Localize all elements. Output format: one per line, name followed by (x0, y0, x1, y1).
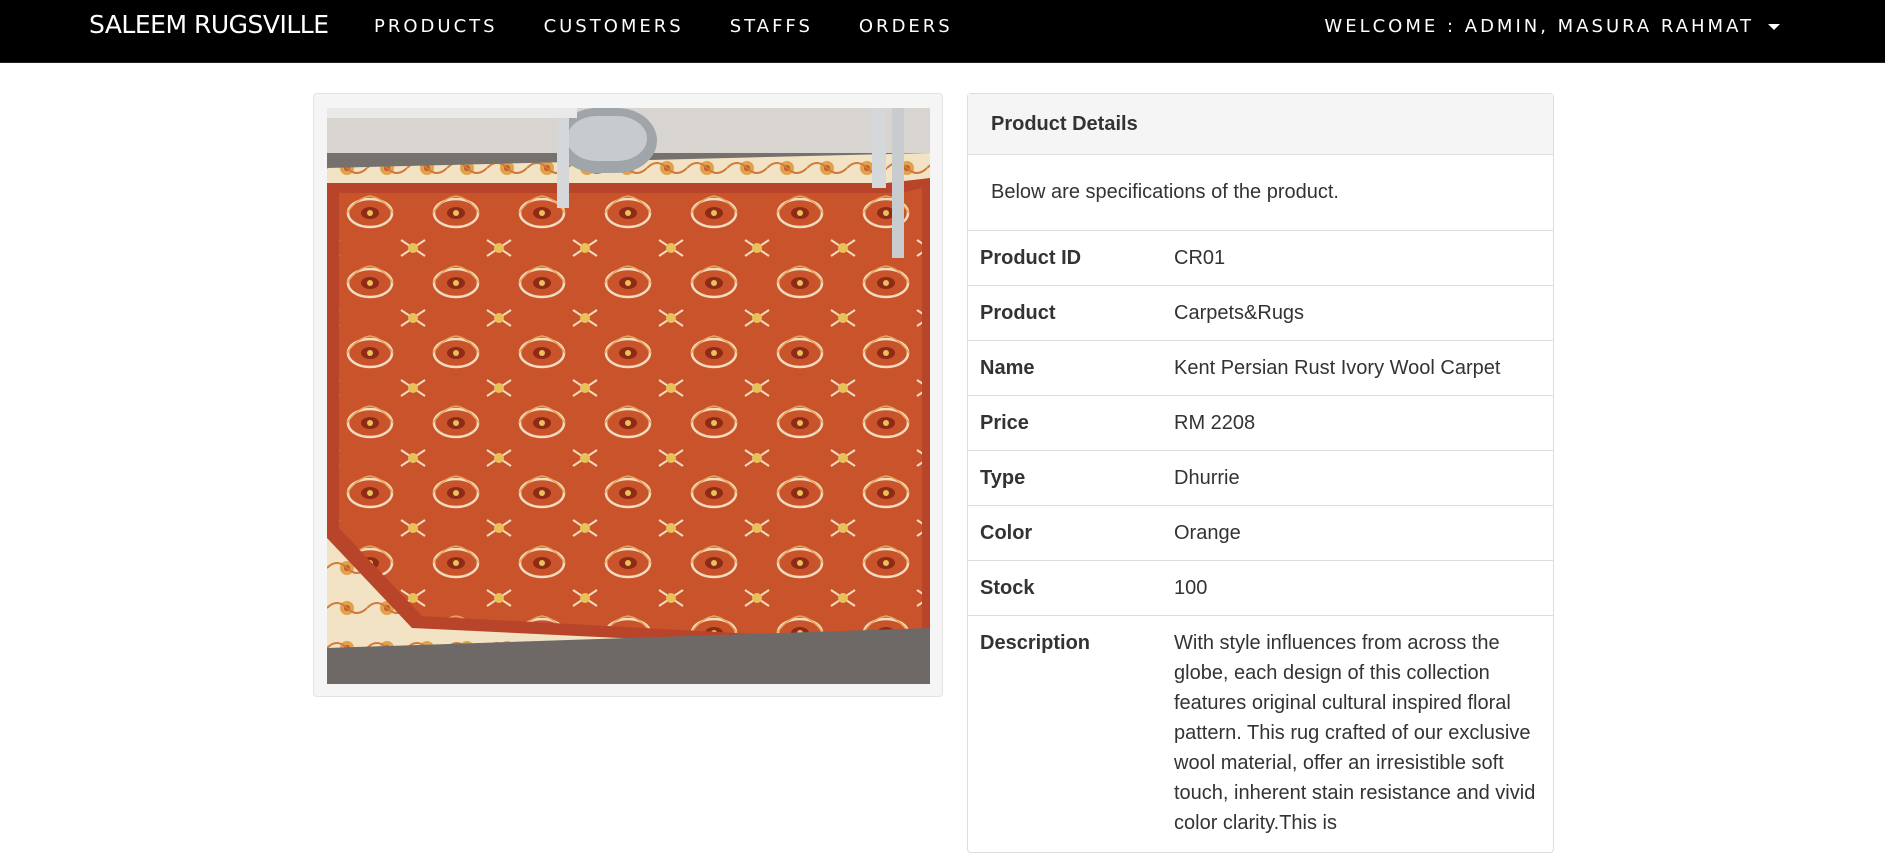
spec-row-product: Product Carpets&Rugs (968, 285, 1553, 341)
spec-key: Product (968, 285, 1162, 341)
spec-value: RM 2208 (1162, 395, 1553, 451)
spec-row-product-id: Product ID CR01 (968, 231, 1553, 286)
product-image (327, 108, 930, 684)
brand-title[interactable]: SALEEM RUGSVILLE (89, 10, 329, 39)
top-navbar: SALEEM RUGSVILLE PRODUCTS CUSTOMERS STAF… (0, 0, 1885, 63)
spec-value: Orange (1162, 505, 1553, 561)
spec-key: Name (968, 340, 1162, 396)
spec-row-type: Type Dhurrie (968, 450, 1553, 506)
details-heading: Product Details (968, 94, 1553, 155)
nav-customers[interactable]: CUSTOMERS (544, 16, 684, 37)
spec-key: Product ID (968, 231, 1162, 286)
spec-value: Carpets&Rugs (1162, 285, 1553, 341)
spec-table: Product ID CR01 Product Carpets&Rugs Nam… (968, 231, 1553, 838)
nav-staffs[interactable]: STAFFS (730, 16, 813, 37)
spec-row-description: Description With style influences from a… (968, 616, 1553, 839)
spec-row-price: Price RM 2208 (968, 395, 1553, 451)
spec-key: Color (968, 505, 1162, 561)
spec-value: CR01 (1162, 231, 1553, 286)
caret-down-icon (1768, 23, 1780, 30)
spec-value: With style influences from across the gl… (1174, 632, 1536, 834)
spec-row-stock: Stock 100 (968, 560, 1553, 616)
product-details-panel: Product Details Below are specifications… (967, 93, 1554, 853)
nav-links: PRODUCTS CUSTOMERS STAFFS ORDERS (374, 16, 999, 37)
details-intro: Below are specifications of the product. (968, 155, 1553, 231)
spec-row-name: Name Kent Persian Rust Ivory Wool Carpet (968, 340, 1553, 396)
nav-orders[interactable]: ORDERS (859, 16, 953, 37)
welcome-text: WELCOME : ADMIN, MASURA RAHMAT (1324, 16, 1754, 37)
user-menu[interactable]: WELCOME : ADMIN, MASURA RAHMAT (1324, 16, 1780, 37)
spec-row-color: Color Orange (968, 505, 1553, 561)
spec-key: Description (980, 632, 1091, 654)
spec-value: Kent Persian Rust Ivory Wool Carpet (1162, 340, 1553, 396)
product-image-panel (313, 93, 943, 697)
spec-key: Type (968, 450, 1162, 506)
nav-products[interactable]: PRODUCTS (374, 16, 498, 37)
rug-illustration (327, 108, 930, 684)
spec-key: Stock (968, 560, 1162, 616)
spec-value: 100 (1162, 560, 1553, 616)
spec-value: Dhurrie (1162, 450, 1553, 506)
spec-key: Price (968, 395, 1162, 451)
